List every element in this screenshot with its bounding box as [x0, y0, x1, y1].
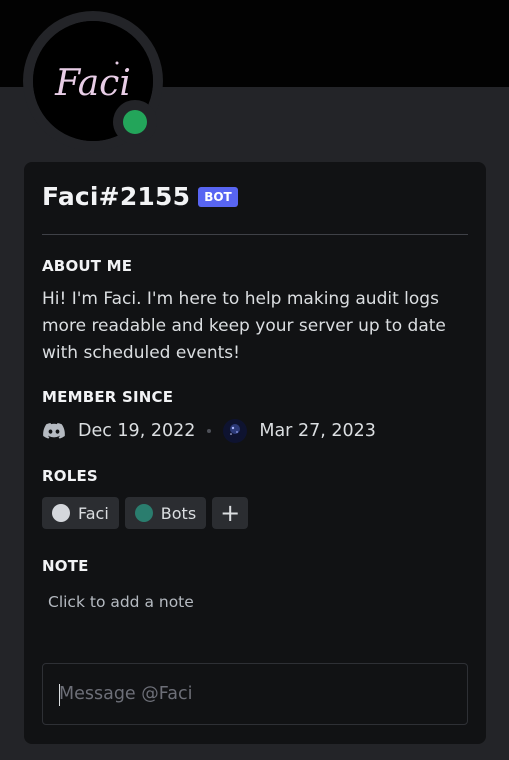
note-heading: NOTE [42, 557, 89, 575]
roles-list: Faci Bots + [42, 497, 249, 529]
username[interactable]: Faci#2155 [42, 182, 190, 211]
role-label: Bots [160, 503, 197, 523]
server-join-date: Mar 27, 2023 [259, 421, 376, 441]
online-status-dot [123, 110, 147, 134]
message-box[interactable] [42, 663, 468, 725]
role-pill-bots[interactable]: Bots [124, 497, 207, 529]
member-since-heading: MEMBER SINCE [42, 388, 174, 406]
message-input[interactable] [43, 664, 467, 724]
role-pill-faci[interactable]: Faci [42, 497, 119, 529]
name-row: Faci#2155 BOT [42, 182, 238, 211]
separator-dot [207, 429, 212, 433]
discord-logo-icon [43, 423, 65, 439]
text-caret [59, 684, 60, 706]
discord-join-date: Dec 19, 2022 [78, 421, 196, 441]
roles-heading: ROLES [42, 467, 98, 485]
avatar-text: Faci [54, 63, 131, 104]
note-input[interactable]: Click to add a note [48, 593, 194, 611]
role-color-dot [134, 504, 153, 522]
about-me-heading: ABOUT ME [42, 257, 133, 275]
about-me-text: Hi! I'm Faci. I'm here to help making au… [42, 289, 446, 363]
role-color-dot [52, 504, 70, 522]
divider [42, 234, 468, 235]
profile-card: Faci#2155 BOT ABOUT ME Hi! I'm Faci. I'm… [24, 162, 486, 744]
member-since-row: Dec 19, 2022 Mar 27, 2023 [42, 419, 376, 443]
bot-badge: BOT [198, 186, 238, 207]
add-role-button[interactable]: + [212, 497, 249, 529]
role-label: Faci [78, 503, 109, 523]
server-icon [223, 419, 248, 443]
status-indicator [113, 100, 157, 144]
